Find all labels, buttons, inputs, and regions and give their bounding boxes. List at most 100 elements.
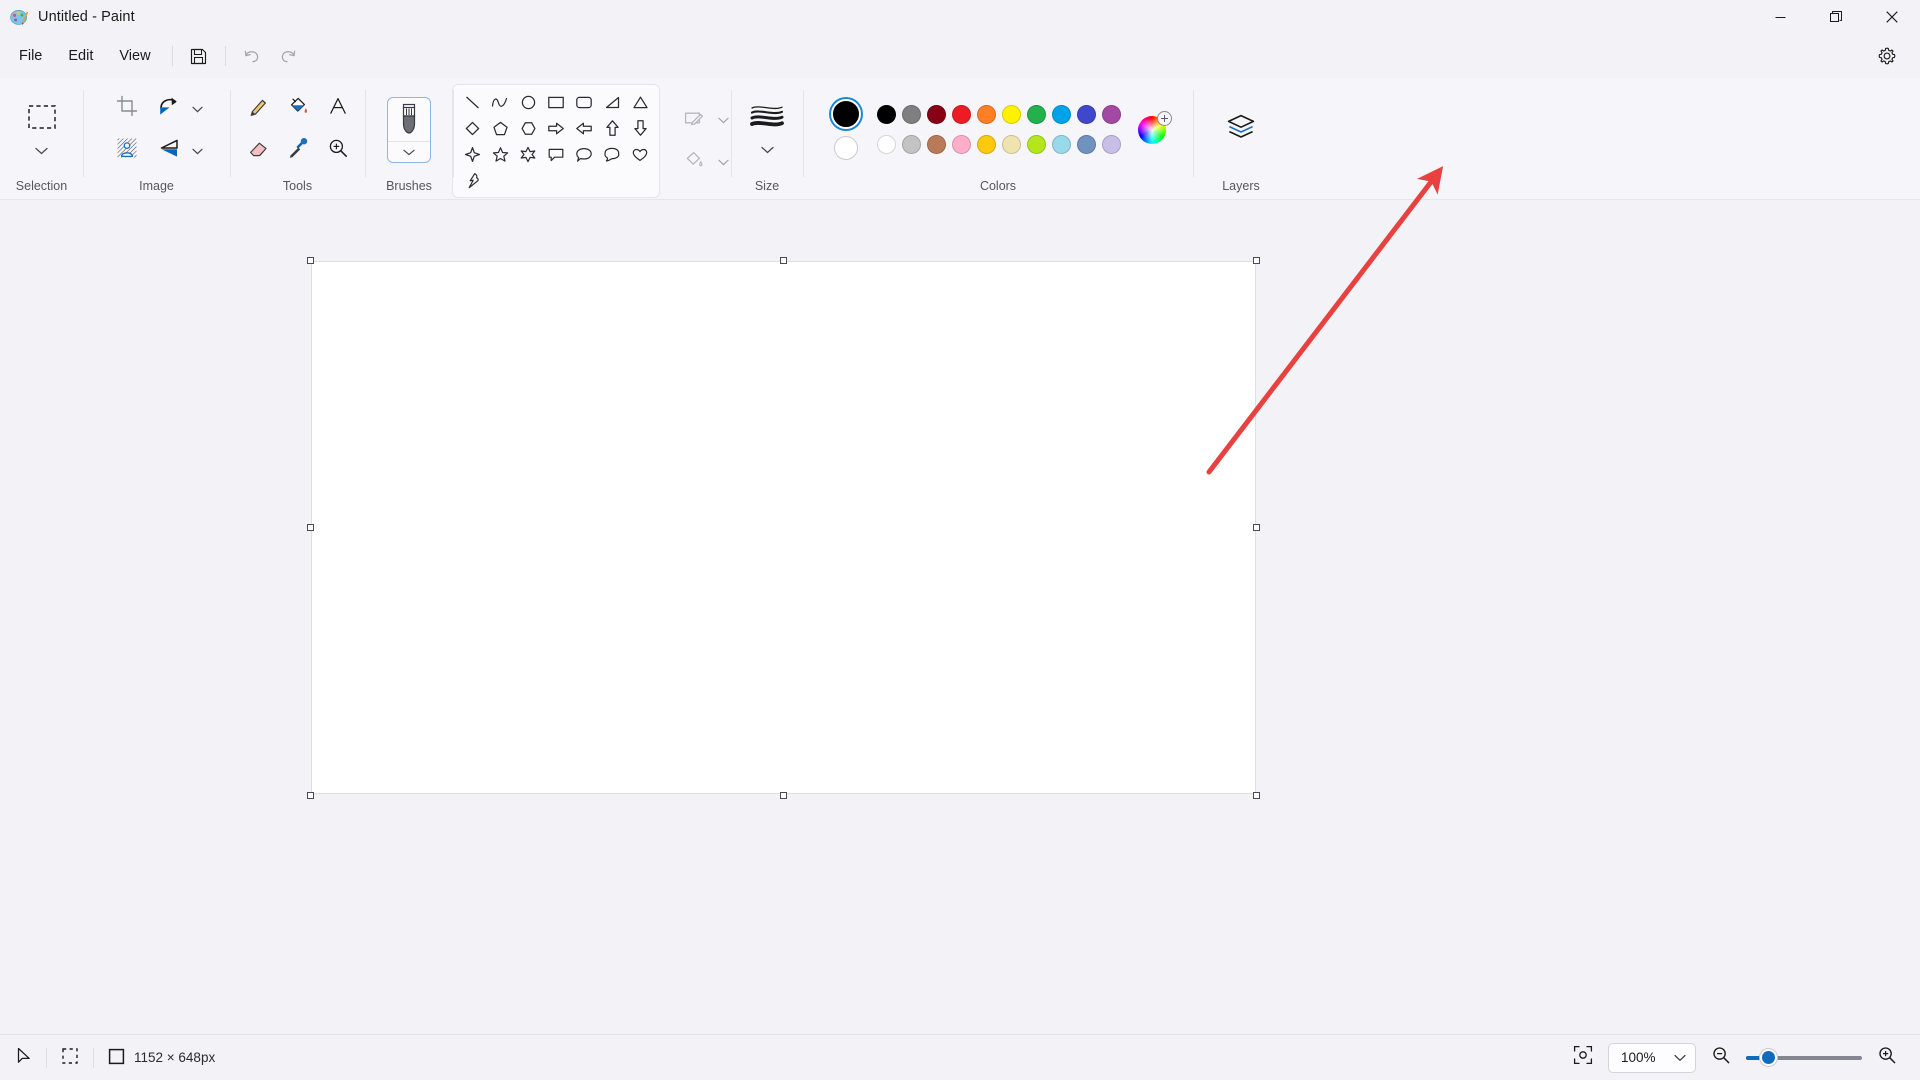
menu-view[interactable]: View: [106, 40, 163, 72]
shapes-grid: [452, 84, 660, 198]
size-button[interactable]: [750, 101, 784, 159]
color-swatch-r2-c2[interactable]: [902, 135, 921, 154]
zoom-slider-thumb[interactable]: [1760, 1049, 1777, 1066]
rectangular-selection-button[interactable]: [17, 100, 67, 160]
shape-oval-callout[interactable]: [571, 142, 597, 166]
resize-handle-bottom-center[interactable]: [780, 792, 787, 799]
drawing-canvas[interactable]: [311, 261, 1256, 794]
shape-left-arrow[interactable]: [571, 116, 597, 140]
shape-diamond[interactable]: [459, 116, 485, 140]
shape-right-triangle[interactable]: [599, 90, 625, 114]
brushes-dropdown[interactable]: [388, 140, 430, 162]
shape-right-arrow[interactable]: [543, 116, 569, 140]
shape-fill-button[interactable]: [674, 142, 714, 182]
shape-oval[interactable]: [515, 90, 541, 114]
magnifier-button[interactable]: [318, 131, 358, 171]
color-swatch-r1-c10[interactable]: [1102, 105, 1121, 124]
save-button[interactable]: [181, 40, 217, 72]
dashed-rectangle-icon: [27, 104, 57, 135]
color-swatch-r2-c5[interactable]: [977, 135, 996, 154]
color-swatch-r2-c6[interactable]: [1002, 135, 1021, 154]
resize-handle-top-right[interactable]: [1253, 257, 1260, 264]
color-swatch-r2-c7[interactable]: [1027, 135, 1046, 154]
resize-handle-bottom-left[interactable]: [307, 792, 314, 799]
rotate-dropdown[interactable]: [189, 89, 207, 129]
shape-down-arrow[interactable]: [627, 116, 653, 140]
zoom-level-select[interactable]: 100%: [1608, 1042, 1696, 1073]
ribbon-group-brushes: Brushes: [365, 78, 453, 199]
zoom-out-button[interactable]: [1706, 1043, 1736, 1073]
eraser-button[interactable]: [238, 131, 278, 171]
resize-handle-middle-left[interactable]: [307, 524, 314, 531]
undo-button[interactable]: [234, 40, 270, 72]
color-swatch-r2-c8[interactable]: [1052, 135, 1071, 154]
shape-rounded-rectangle[interactable]: [571, 90, 597, 114]
color-swatch-r1-c7[interactable]: [1027, 105, 1046, 124]
shape-outline-dropdown[interactable]: [714, 100, 732, 140]
close-button[interactable]: [1864, 0, 1920, 34]
resize-handle-top-center[interactable]: [780, 257, 787, 264]
shape-fill-dropdown[interactable]: [714, 142, 732, 182]
color-swatch-r2-c9[interactable]: [1077, 135, 1096, 154]
color-swatch-r2-c3[interactable]: [927, 135, 946, 154]
color-swatch-r1-c6[interactable]: [1002, 105, 1021, 124]
shape-pentagon[interactable]: [487, 116, 513, 140]
crop-button[interactable]: [107, 89, 147, 129]
magnifier-icon: [327, 137, 349, 164]
color-swatch-r2-c1[interactable]: [877, 135, 896, 154]
shape-five-point-star[interactable]: [487, 142, 513, 166]
edit-colors-button[interactable]: [1137, 110, 1172, 144]
flip-dropdown[interactable]: [189, 131, 207, 171]
shape-hexagon[interactable]: [515, 116, 541, 140]
shape-speech-bubble[interactable]: [543, 142, 569, 166]
color-swatch-r2-c4[interactable]: [952, 135, 971, 154]
minimize-button[interactable]: [1752, 0, 1808, 34]
shape-heart[interactable]: [627, 142, 653, 166]
redo-button[interactable]: [270, 40, 306, 72]
remove-background-button[interactable]: [107, 131, 147, 171]
primary-color-swatch[interactable]: [830, 99, 861, 129]
color-swatch-r1-c5[interactable]: [977, 105, 996, 124]
color-swatch-r2-c10[interactable]: [1102, 135, 1121, 154]
color-picker-button[interactable]: [278, 131, 318, 171]
resize-handle-top-left[interactable]: [307, 257, 314, 264]
resize-handle-middle-right[interactable]: [1253, 524, 1260, 531]
flip-button[interactable]: [149, 131, 189, 171]
shape-six-point-star[interactable]: [515, 142, 541, 166]
shape-curve[interactable]: [487, 90, 513, 114]
settings-button[interactable]: [1870, 39, 1904, 73]
color-swatch-r1-c3[interactable]: [927, 105, 946, 124]
maximize-button[interactable]: [1808, 0, 1864, 34]
menu-file[interactable]: File: [6, 40, 55, 72]
fill-button[interactable]: [278, 89, 318, 129]
selection-group-body: [7, 84, 77, 175]
brushes-button[interactable]: [387, 96, 431, 163]
shape-up-arrow[interactable]: [599, 116, 625, 140]
shape-four-point-star[interactable]: [459, 142, 485, 166]
color-swatch-r1-c8[interactable]: [1052, 105, 1071, 124]
text-button[interactable]: [318, 89, 358, 129]
canvas-area[interactable]: [0, 200, 1920, 1034]
shape-lightning[interactable]: [459, 168, 485, 192]
color-swatch-r1-c9[interactable]: [1077, 105, 1096, 124]
zoom-slider[interactable]: [1746, 1043, 1862, 1073]
shape-cloud-callout[interactable]: [599, 142, 625, 166]
menu-edit[interactable]: Edit: [55, 40, 106, 72]
color-swatch-r1-c1[interactable]: [877, 105, 896, 124]
resize-handle-bottom-right[interactable]: [1253, 792, 1260, 799]
shape-triangle[interactable]: [627, 90, 653, 114]
shape-outline-button[interactable]: [674, 100, 714, 140]
fit-to-window-button[interactable]: [1568, 1043, 1598, 1073]
paint-bucket-icon: [287, 95, 309, 122]
shape-line[interactable]: [459, 90, 485, 114]
rotate-button[interactable]: [149, 89, 189, 129]
color-swatch-r1-c2[interactable]: [902, 105, 921, 124]
shape-rectangle[interactable]: [543, 90, 569, 114]
primary-secondary-colors: [830, 99, 861, 160]
zoom-in-button[interactable]: [1872, 1043, 1902, 1073]
layers-button[interactable]: [1217, 106, 1265, 154]
pencil-button[interactable]: [238, 89, 278, 129]
secondary-color-swatch[interactable]: [833, 136, 858, 160]
zoom-out-icon: [1711, 1045, 1731, 1070]
color-swatch-r1-c4[interactable]: [952, 105, 971, 124]
